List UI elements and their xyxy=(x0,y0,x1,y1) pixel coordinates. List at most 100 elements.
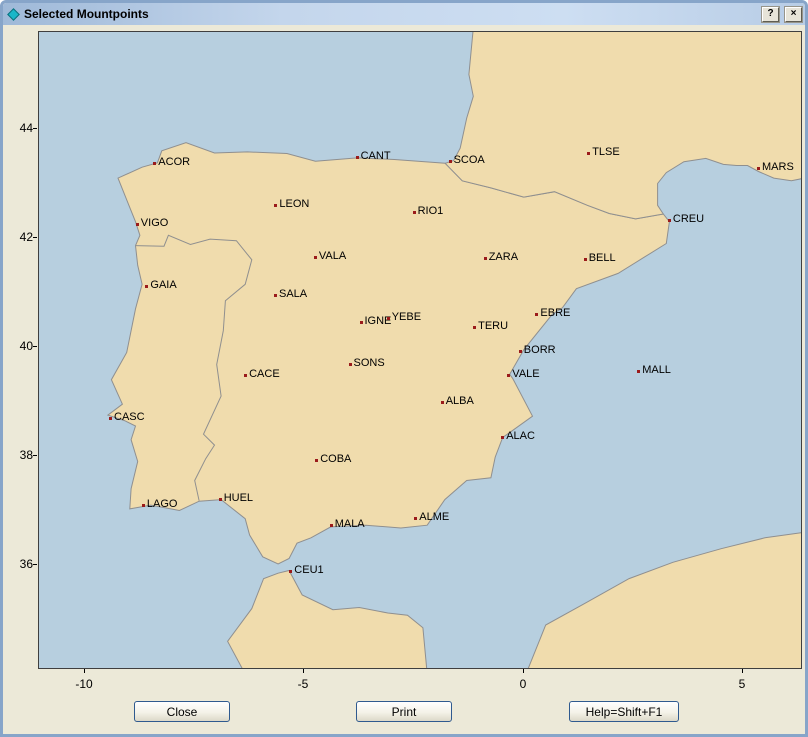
station-casc: CASC xyxy=(109,417,112,420)
station-lago: LAGO xyxy=(142,504,145,507)
station-label: CREU xyxy=(673,214,704,225)
station-acor: ACOR xyxy=(153,162,156,165)
station-label: TERU xyxy=(478,321,508,332)
station-teru: TERU xyxy=(473,326,476,329)
y-tick-label: 38 xyxy=(7,448,33,462)
y-tick-label: 36 xyxy=(7,557,33,571)
station-marker xyxy=(414,517,417,520)
x-tick-label: -5 xyxy=(283,677,323,691)
station-label: RIO1 xyxy=(418,206,444,217)
station-zara: ZARA xyxy=(484,257,487,260)
station-label: ALBA xyxy=(446,396,474,407)
y-tick xyxy=(33,128,37,129)
station-marker xyxy=(142,504,145,507)
station-label: SONS xyxy=(354,358,385,369)
station-label: VALE xyxy=(512,369,539,380)
station-marker xyxy=(219,498,222,501)
station-mala: MALA xyxy=(330,524,333,527)
station-marker xyxy=(315,459,318,462)
x-tick-label: 0 xyxy=(503,677,543,691)
station-mars: MARS xyxy=(757,167,760,170)
station-label: ZARA xyxy=(489,252,518,263)
y-tick xyxy=(33,346,37,347)
window-title: Selected Mountpoints xyxy=(24,7,756,21)
y-tick xyxy=(33,455,37,456)
station-yebe: YEBE xyxy=(387,317,390,320)
y-tick-label: 42 xyxy=(7,230,33,244)
station-creu: CREU xyxy=(668,219,671,222)
station-marker xyxy=(757,167,760,170)
station-label: TLSE xyxy=(592,147,620,158)
station-alba: ALBA xyxy=(441,401,444,404)
station-marker xyxy=(484,257,487,260)
x-tick xyxy=(742,669,743,673)
station-scoa: SCOA xyxy=(449,160,452,163)
station-marker xyxy=(153,162,156,165)
station-marker xyxy=(244,374,247,377)
station-marker xyxy=(535,313,538,316)
station-label: HUEL xyxy=(224,493,253,504)
station-label: EBRE xyxy=(540,308,570,319)
station-borr: BORR xyxy=(519,350,522,353)
x-tick xyxy=(84,669,85,673)
x-tick xyxy=(303,669,304,673)
x-tick-label: 5 xyxy=(722,677,762,691)
station-vale: VALE xyxy=(507,374,510,377)
station-label: LAGO xyxy=(147,499,178,510)
y-tick-label: 40 xyxy=(7,339,33,353)
station-label: BORR xyxy=(524,345,556,356)
station-tlse: TLSE xyxy=(587,152,590,155)
station-label: MARS xyxy=(762,162,794,173)
station-label: ALAC xyxy=(506,431,535,442)
station-leon: LEON xyxy=(274,204,277,207)
title-bar[interactable]: Selected Mountpoints ? × xyxy=(3,3,805,25)
station-bell: BELL xyxy=(584,258,587,261)
station-vala: VALA xyxy=(314,256,317,259)
station-alac: ALAC xyxy=(501,436,504,439)
station-label: CANT xyxy=(361,151,391,162)
station-marker xyxy=(587,152,590,155)
station-marker xyxy=(387,317,390,320)
station-label: MALL xyxy=(642,365,671,376)
station-marker xyxy=(349,363,352,366)
station-label: COBA xyxy=(320,454,351,465)
close-button[interactable]: Close xyxy=(134,701,230,722)
station-label: ALME xyxy=(419,512,449,523)
station-rio1: RIO1 xyxy=(413,211,416,214)
station-marker xyxy=(289,570,292,573)
station-marker xyxy=(330,524,333,527)
station-marker xyxy=(637,370,640,373)
station-huel: HUEL xyxy=(219,498,222,501)
station-marker xyxy=(274,294,277,297)
y-tick-label: 44 xyxy=(7,121,33,135)
print-button[interactable]: Print xyxy=(356,701,452,722)
station-label: CEU1 xyxy=(294,565,323,576)
station-ebre: EBRE xyxy=(535,313,538,316)
station-label: SCOA xyxy=(454,155,485,166)
station-mall: MALL xyxy=(637,370,640,373)
station-marker xyxy=(356,156,359,159)
help-titlebar-button[interactable]: ? xyxy=(762,7,779,22)
station-ceu1: CEU1 xyxy=(289,570,292,573)
station-label: CACE xyxy=(249,369,280,380)
y-tick xyxy=(33,237,37,238)
station-marker xyxy=(473,326,476,329)
station-marker xyxy=(360,321,363,324)
station-cace: CACE xyxy=(244,374,247,377)
station-label: ACOR xyxy=(158,157,190,168)
stations-layer: ACOR CANT SCOA TLSE MARS VIGO LEON RIO1 CREU VALA… xyxy=(39,32,801,668)
station-sala: SALA xyxy=(274,294,277,297)
window-content: ACOR CANT SCOA TLSE MARS VIGO LEON RIO1 CREU VALA… xyxy=(3,25,805,734)
close-titlebar-button[interactable]: × xyxy=(785,7,802,22)
window-icon xyxy=(6,7,20,21)
help-button[interactable]: Help=Shift+F1 xyxy=(569,701,679,722)
station-marker xyxy=(668,219,671,222)
station-marker xyxy=(274,204,277,207)
station-marker xyxy=(519,350,522,353)
x-tick xyxy=(523,669,524,673)
station-marker xyxy=(109,417,112,420)
station-marker xyxy=(441,401,444,404)
station-label: MALA xyxy=(335,519,365,530)
selected-mountpoints-window: Selected Mountpoints ? × ACOR CANT SCOA TLS… xyxy=(0,0,808,737)
station-vigo: VIGO xyxy=(136,223,139,226)
